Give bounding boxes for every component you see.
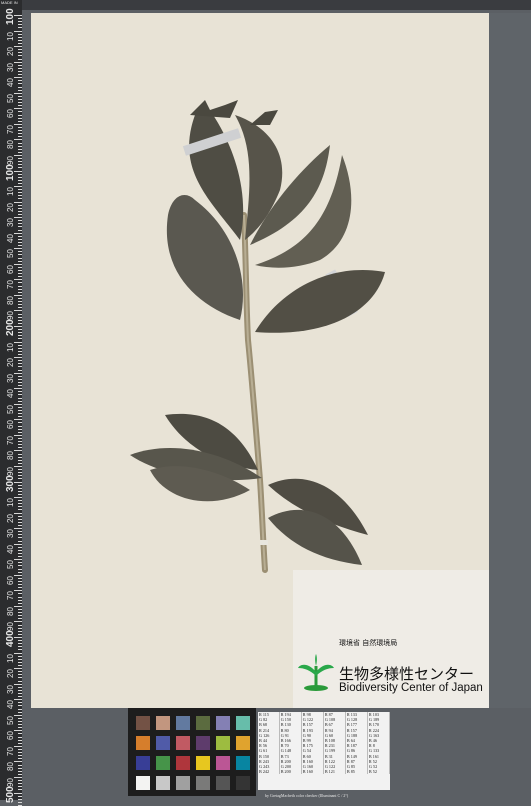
color-swatch	[136, 716, 150, 730]
ruler-tick	[18, 801, 22, 803]
table-cell: B 52	[367, 769, 390, 775]
color-swatch	[136, 736, 150, 750]
agency-name: 環境省 自然環境局	[339, 639, 398, 647]
color-swatch	[196, 736, 210, 750]
leaf	[255, 269, 385, 333]
color-swatch	[176, 736, 190, 750]
color-swatch	[216, 736, 230, 750]
color-swatch	[196, 776, 210, 790]
table-cell: B 200	[279, 769, 302, 775]
color-swatch	[136, 756, 150, 770]
color-swatch	[216, 716, 230, 730]
table-cell: B 160	[301, 769, 324, 775]
table-cell: B 121	[323, 769, 346, 775]
color-swatch	[176, 716, 190, 730]
color-swatch	[216, 776, 230, 790]
color-swatch	[236, 756, 250, 770]
color-swatch	[136, 776, 150, 790]
table-row: B 242 B 200 B 160 B 121 B 85 B 52	[258, 769, 390, 775]
leaf	[190, 100, 238, 118]
color-swatch	[156, 736, 170, 750]
center-name-en: Biodiversity Center of Japan	[339, 682, 483, 694]
stem-band	[260, 540, 268, 545]
table-cell: B 242	[258, 769, 280, 775]
color-table-caption: by GretagMacbeth color checker (Illumina…	[265, 793, 349, 798]
leaf-logo-icon	[298, 654, 334, 691]
leaf	[250, 110, 278, 125]
color-swatch	[196, 716, 210, 730]
color-checker	[128, 708, 256, 796]
color-swatch	[156, 716, 170, 730]
color-swatch	[156, 756, 170, 770]
color-swatch	[236, 716, 250, 730]
color-swatch	[176, 756, 190, 770]
center-name-jp: 生物多様性センター	[339, 665, 475, 683]
color-swatch	[156, 776, 170, 790]
table-cell: B 85	[345, 769, 368, 775]
color-swatch	[196, 756, 210, 770]
color-swatch	[236, 776, 250, 790]
color-swatch	[216, 756, 230, 770]
color-swatch	[176, 776, 190, 790]
color-value-table: R 115 R 194 R 98 R 87 R 133 R 103 G 82 G 150 G 1…	[258, 712, 390, 790]
color-swatch	[236, 736, 250, 750]
